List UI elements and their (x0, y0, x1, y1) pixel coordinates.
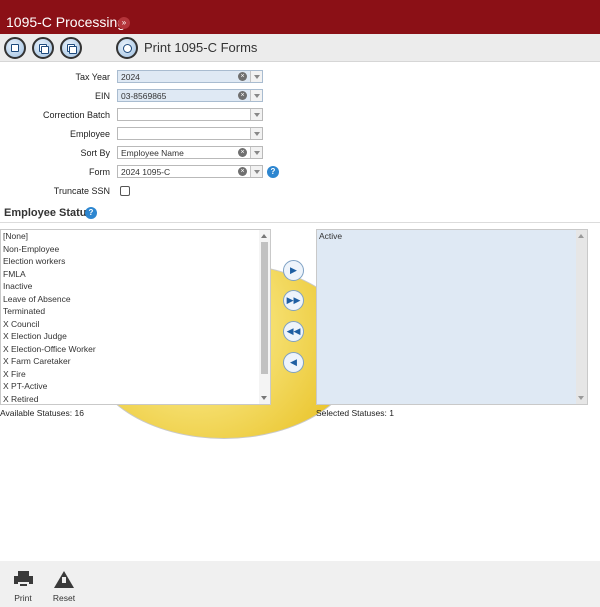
sort-by-select[interactable]: Employee Name × (117, 146, 263, 159)
reset-icon (54, 571, 74, 588)
truncate-ssn-checkbox[interactable] (120, 186, 130, 196)
available-statuses-list[interactable]: [None] Non-Employee Election workers FML… (0, 229, 271, 405)
form-value: 2024 1095-C (121, 167, 171, 177)
app-title: 1095-C Processing (6, 14, 126, 30)
ein-value: 03-8569865 (121, 91, 167, 101)
list-item[interactable]: X Election-Office Worker (1, 343, 270, 356)
chevron-down-icon[interactable] (250, 71, 262, 82)
selected-statuses-list[interactable]: Active (316, 229, 588, 405)
move-selected-left-button[interactable]: ◀ (283, 352, 304, 373)
tax-form-icon[interactable] (4, 37, 26, 59)
scrollbar[interactable] (259, 230, 270, 404)
correction-batch-select[interactable] (117, 108, 263, 121)
chevron-down-icon[interactable] (250, 90, 262, 101)
selected-count: Selected Statuses: 1 (316, 408, 394, 418)
title-bar: 1095-C Processing » (0, 0, 600, 34)
list-item[interactable]: X Council (1, 318, 270, 331)
chevron-right-icon[interactable]: » (118, 17, 130, 29)
list-item[interactable]: Inactive (1, 280, 270, 293)
toolbar: Print 1095-C Forms (0, 34, 600, 439)
list-item[interactable]: Election workers (1, 255, 270, 268)
print-button[interactable]: Print (5, 571, 41, 603)
list-item[interactable]: X Fire (1, 368, 270, 381)
chevron-down-icon[interactable] (250, 147, 262, 158)
printer-icon (13, 571, 33, 588)
list-item[interactable]: Terminated (1, 305, 270, 318)
scroll-up-icon[interactable] (578, 234, 584, 238)
form-copy-icon[interactable] (32, 37, 54, 59)
chevron-down-icon[interactable] (250, 166, 262, 177)
section-divider (0, 222, 600, 223)
page-title: Print 1095-C Forms (144, 40, 258, 55)
ein-label: EIN (94, 91, 110, 101)
footer-bar: Print Reset (0, 561, 600, 607)
move-all-left-button[interactable]: ◀◀ (283, 321, 304, 342)
list-item[interactable]: Active (317, 230, 587, 243)
list-item[interactable]: X PT-Active (1, 380, 270, 393)
list-item[interactable]: FMLA (1, 268, 270, 281)
move-selected-right-button[interactable]: ▶ (283, 260, 304, 281)
reset-button[interactable]: Reset (46, 571, 82, 603)
chevron-down-icon[interactable] (250, 128, 262, 139)
clear-icon[interactable]: × (238, 148, 247, 157)
tax-year-select[interactable]: 2024 × (117, 70, 263, 83)
clear-icon[interactable]: × (238, 72, 247, 81)
print-button-label: Print (14, 593, 32, 603)
correction-batch-label: Correction Batch (42, 110, 110, 120)
scroll-down-icon[interactable] (261, 396, 267, 400)
form-label: Form (89, 167, 110, 177)
employee-status-heading: Employee Status (4, 207, 93, 219)
list-item[interactable]: X Retired (1, 393, 270, 405)
scroll-up-icon[interactable] (261, 234, 267, 238)
scroll-down-icon[interactable] (578, 396, 584, 400)
scrollbar[interactable] (576, 230, 587, 404)
list-item[interactable]: [None] (1, 230, 270, 243)
list-item[interactable]: Leave of Absence (1, 293, 270, 306)
help-icon[interactable]: ? (85, 207, 97, 219)
form-list-icon[interactable] (60, 37, 82, 59)
list-item[interactable]: X Election Judge (1, 330, 270, 343)
help-icon[interactable]: ? (267, 166, 279, 178)
tax-year-label: Tax Year (75, 72, 110, 82)
clear-icon[interactable]: × (238, 167, 247, 176)
move-all-right-button[interactable]: ▶▶ (283, 290, 304, 311)
chevron-down-icon[interactable] (250, 109, 262, 120)
wrench-icon[interactable] (116, 37, 138, 59)
employee-label: Employee (69, 129, 110, 139)
tax-year-value: 2024 (121, 72, 140, 82)
list-item[interactable]: Non-Employee (1, 243, 270, 256)
available-count: Available Statuses: 16 (0, 408, 84, 418)
sort-by-value: Employee Name (121, 148, 184, 158)
truncate-ssn-label: Truncate SSN (53, 186, 110, 196)
scrollbar-thumb[interactable] (261, 242, 268, 374)
list-item[interactable]: X Farm Caretaker (1, 355, 270, 368)
reset-button-label: Reset (52, 593, 76, 603)
sort-by-label: Sort By (80, 148, 110, 158)
ein-select[interactable]: 03-8569865 × (117, 89, 263, 102)
employee-select[interactable] (117, 127, 263, 140)
clear-icon[interactable]: × (238, 91, 247, 100)
form-select[interactable]: 2024 1095-C × (117, 165, 263, 178)
